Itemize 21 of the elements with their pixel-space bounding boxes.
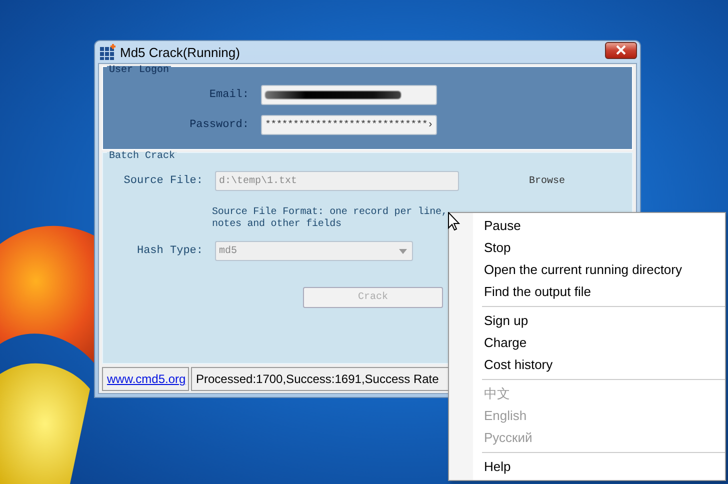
close-icon (616, 45, 626, 55)
field-label: Password: (188, 119, 249, 131)
menu-item[interactable]: Stop (449, 237, 725, 259)
password-field[interactable]: *****************************› (261, 115, 437, 135)
field-label: Hash Type: (136, 245, 203, 257)
grid-icon (100, 44, 116, 60)
caret-icon (399, 248, 407, 254)
field-label: Email: (208, 89, 249, 101)
menu-item[interactable]: Sign up (449, 310, 725, 332)
menu-item[interactable]: Charge (449, 332, 725, 354)
field-label: Source File: (122, 175, 203, 187)
email-field[interactable] (261, 85, 437, 105)
website-link[interactable]: www.cmd5.org (102, 367, 189, 391)
close-button[interactable] (605, 42, 637, 58)
menu-item[interactable]: Open the current running directory (449, 259, 725, 281)
menu-item[interactable]: Find the output file (449, 281, 725, 303)
window-title: Md5 Crack(Running) (120, 44, 241, 60)
format-note: Source File Format: one record per line, notes and other fields (212, 207, 448, 231)
menu-item[interactable]: Help (449, 456, 725, 478)
browse-button[interactable]: Browse (529, 176, 566, 186)
group-title: User Logon (107, 66, 172, 76)
